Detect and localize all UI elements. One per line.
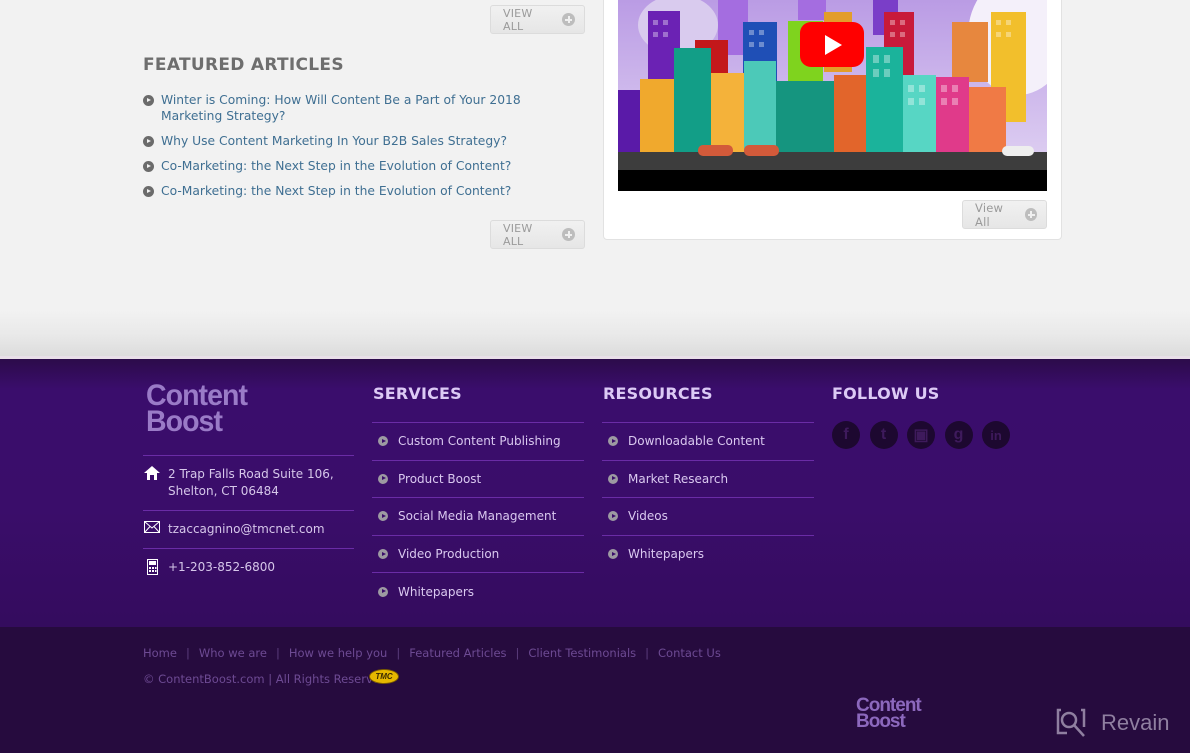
revain-text: Revain: [1101, 710, 1170, 735]
services-list: Custom Content Publishing Product Boost …: [372, 422, 584, 610]
arrow-circle-icon: [143, 161, 154, 172]
list-item: Co-Marketing: the Next Step in the Evolu…: [143, 158, 583, 174]
article-link[interactable]: Winter is Coming: How Will Content Be a …: [161, 92, 583, 124]
address-line2: Shelton, CT 06484: [168, 484, 279, 498]
address-line1: 2 Trap Falls Road Suite 106,: [168, 467, 334, 481]
resources-heading: RESOURCES: [603, 384, 713, 403]
plus-circle-icon: [562, 228, 575, 241]
arrow-circle-icon: [378, 586, 388, 597]
revain-watermark: Revain: [1055, 707, 1169, 739]
phone-text: +1-203-852-6800: [168, 560, 276, 574]
services-heading: SERVICES: [373, 384, 462, 403]
nav-home[interactable]: Home: [143, 646, 177, 660]
separator: |: [645, 646, 650, 660]
featured-articles-list: Winter is Coming: How Will Content Be a …: [143, 92, 583, 208]
contentboost-logo[interactable]: Content Boost: [146, 381, 248, 438]
resource-link[interactable]: Market Research: [628, 472, 728, 486]
home-icon: [144, 466, 160, 500]
service-link[interactable]: Social Media Management: [398, 509, 556, 523]
revain-logo-icon: [1056, 708, 1086, 737]
article-link[interactable]: Why Use Content Marketing In Your B2B Sa…: [161, 133, 507, 149]
arrow-circle-icon: [143, 95, 154, 106]
arrow-circle-icon: [608, 436, 618, 447]
facebook-icon[interactable]: f: [832, 421, 860, 449]
service-link[interactable]: Custom Content Publishing: [398, 434, 561, 448]
list-item: Videos: [602, 497, 814, 535]
divider: [143, 510, 354, 511]
logo-line2: Boost: [146, 404, 223, 438]
view-all-label: VIEW ALL: [503, 6, 533, 33]
email-link[interactable]: tzaccagnino@tmcnet.com: [168, 521, 325, 538]
view-all-button-bottom[interactable]: VIEW ALL: [490, 220, 585, 249]
arrow-circle-icon: [143, 186, 154, 197]
address-text: 2 Trap Falls Road Suite 106, Shelton, CT…: [168, 466, 334, 500]
separator: |: [515, 646, 520, 660]
list-item: Downloadable Content: [602, 422, 814, 460]
contentboost-logo-small[interactable]: Content Boost: [856, 696, 922, 733]
list-item: Social Media Management: [372, 497, 584, 535]
social-links: f t ▣ g in: [832, 421, 1010, 449]
divider: [143, 455, 354, 456]
plus-circle-icon: [562, 13, 575, 26]
list-item: Why Use Content Marketing In Your B2B Sa…: [143, 133, 583, 149]
article-link[interactable]: Co-Marketing: the Next Step in the Evolu…: [161, 158, 511, 174]
list-item: Co-Marketing: the Next Step in the Evolu…: [143, 183, 583, 199]
divider: [143, 548, 354, 549]
service-link[interactable]: Video Production: [398, 547, 499, 561]
resource-link[interactable]: Whitepapers: [628, 547, 704, 561]
linkedin-icon[interactable]: in: [982, 421, 1010, 449]
arrow-circle-icon: [608, 473, 618, 484]
arrow-circle-icon: [608, 511, 618, 522]
service-link[interactable]: Product Boost: [398, 472, 481, 486]
nav-featured-articles[interactable]: Featured Articles: [409, 646, 506, 660]
contact-address: 2 Trap Falls Road Suite 106, Shelton, CT…: [144, 466, 334, 500]
view-all-label: VIEW ALL: [503, 221, 533, 248]
arrow-circle-icon: [378, 511, 388, 522]
arrow-circle-icon: [378, 473, 388, 484]
arrow-circle-icon: [378, 436, 388, 447]
list-item: Custom Content Publishing: [372, 422, 584, 460]
twitter-icon[interactable]: t: [869, 421, 898, 449]
follow-us-heading: FOLLOW US: [832, 384, 940, 403]
contact-email: tzaccagnino@tmcnet.com: [144, 521, 325, 538]
arrow-circle-icon: [608, 549, 618, 560]
logo-line2: Boost: [856, 711, 906, 733]
resource-link[interactable]: Downloadable Content: [628, 434, 765, 448]
youtube-icon[interactable]: ▣: [907, 421, 935, 449]
bottom-nav: Home | Who we are | How we help you | Fe…: [143, 646, 721, 660]
view-all-label: View All: [975, 200, 1004, 229]
copyright: © ContentBoost.com | All Rights Reserved: [143, 672, 388, 686]
resources-list: Downloadable Content Market Research Vid…: [602, 422, 814, 572]
list-item: Winter is Coming: How Will Content Be a …: [143, 92, 583, 124]
list-item: Market Research: [602, 459, 814, 498]
article-link[interactable]: Co-Marketing: the Next Step in the Evolu…: [161, 183, 511, 199]
list-item: Whitepapers: [602, 534, 814, 573]
resource-link[interactable]: Videos: [628, 509, 668, 523]
list-item: Video Production: [372, 534, 584, 573]
youtube-play-icon[interactable]: [800, 22, 864, 67]
separator: |: [185, 646, 190, 660]
video-card: View All: [603, 0, 1062, 240]
phone-icon: [144, 559, 160, 576]
nav-client-testimonials[interactable]: Client Testimonials: [528, 646, 636, 660]
contact-phone: +1-203-852-6800: [144, 559, 275, 576]
separator: |: [275, 646, 280, 660]
plus-circle-icon: [1024, 208, 1037, 221]
video-view-all-button[interactable]: View All: [962, 200, 1047, 229]
nav-who-we-are[interactable]: Who we are: [199, 646, 267, 660]
view-all-button-top[interactable]: VIEW ALL: [490, 5, 585, 34]
nav-contact-us[interactable]: Contact Us: [658, 646, 721, 660]
featured-articles-heading: FEATURED ARTICLES: [143, 55, 344, 75]
arrow-circle-icon: [378, 549, 388, 560]
separator: |: [396, 646, 401, 660]
google-plus-icon[interactable]: g: [944, 421, 973, 449]
envelope-icon: [144, 521, 160, 538]
tmc-logo[interactable]: TMC: [369, 669, 399, 684]
list-item: Product Boost: [372, 459, 584, 498]
service-link[interactable]: Whitepapers: [398, 585, 474, 599]
video-player[interactable]: [618, 0, 1047, 191]
nav-how-we-help[interactable]: How we help you: [289, 646, 388, 660]
list-item: Whitepapers: [372, 572, 584, 610]
arrow-circle-icon: [143, 136, 154, 147]
